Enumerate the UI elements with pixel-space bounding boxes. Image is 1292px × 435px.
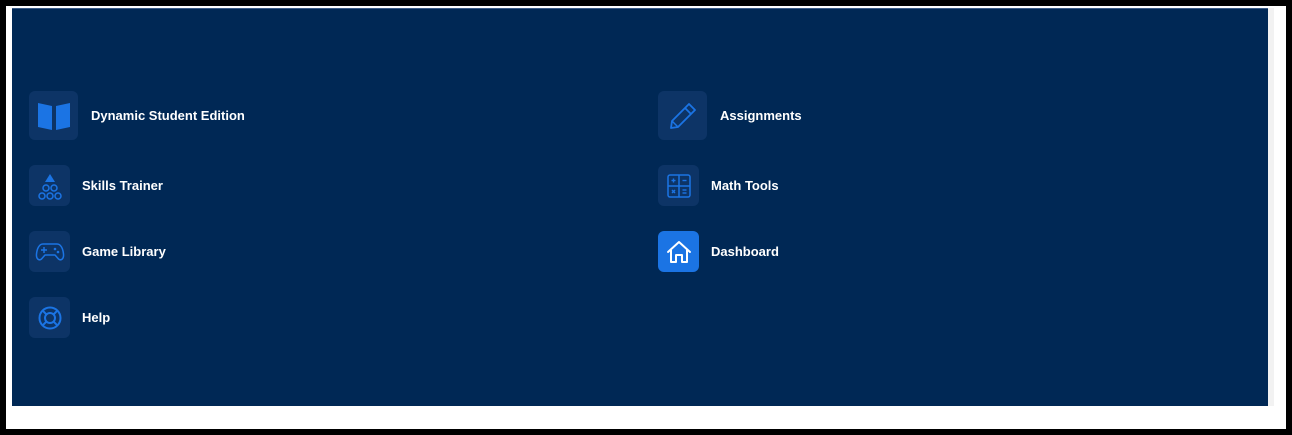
menu-item-label: Skills Trainer bbox=[82, 178, 163, 193]
book-icon bbox=[29, 91, 78, 140]
menu-item-math-tools[interactable]: Math Tools bbox=[658, 165, 779, 206]
pencil-icon bbox=[658, 91, 707, 140]
skills-blocks-icon bbox=[29, 165, 70, 206]
menu-item-label: Help bbox=[82, 310, 111, 325]
menu-item-game-library[interactable]: Game Library bbox=[29, 231, 166, 272]
menu-item-label: Dashboard bbox=[711, 244, 779, 259]
scrollbar-track bbox=[1268, 8, 1274, 406]
menu-item-dynamic-student-edition[interactable]: Dynamic Student Edition bbox=[29, 91, 245, 140]
calculator-icon bbox=[658, 165, 699, 206]
menu-item-dashboard[interactable]: Dashboard bbox=[658, 231, 779, 272]
menu-item-label: Math Tools bbox=[711, 178, 779, 193]
menu-item-label: Assignments bbox=[720, 108, 802, 123]
menu-item-label: Dynamic Student Edition bbox=[91, 108, 245, 123]
menu-item-label: Game Library bbox=[82, 244, 166, 259]
home-icon bbox=[658, 231, 699, 272]
gamepad-icon bbox=[29, 231, 70, 272]
menu-item-skills-trainer[interactable]: Skills Trainer bbox=[29, 165, 163, 206]
menu-item-assignments[interactable]: Assignments bbox=[658, 91, 802, 140]
menu-panel: Dynamic Student Edition Assignments Skil… bbox=[12, 8, 1268, 406]
lifebuoy-icon bbox=[29, 297, 70, 338]
menu-item-help[interactable]: Help bbox=[29, 297, 110, 338]
